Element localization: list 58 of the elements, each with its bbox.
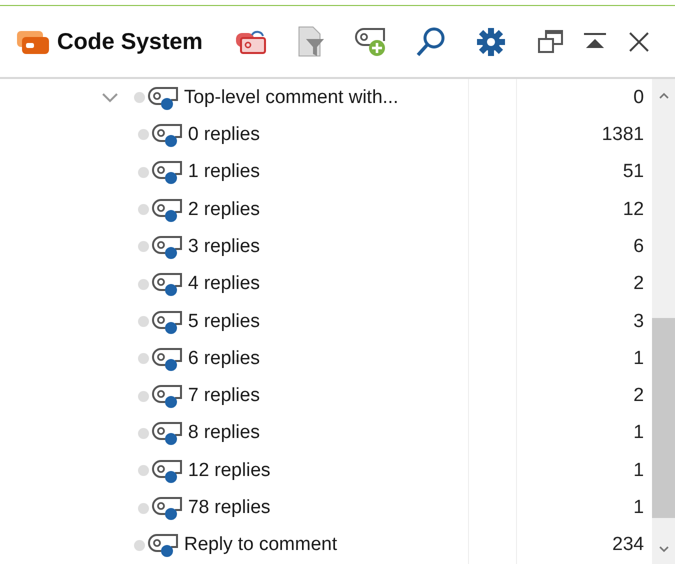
dot-icon [138, 390, 149, 402]
code-icon [151, 420, 183, 446]
count-cell-text: 3 [632, 310, 645, 333]
tree-item-label[interactable]: Reply to comment [184, 534, 338, 556]
code-icon [147, 84, 179, 111]
dot-icon [138, 465, 149, 476]
scroll-down-icon[interactable] [658, 544, 670, 554]
count-cell-text: 1381 [600, 124, 645, 146]
code-icon [151, 495, 183, 522]
code-icon [151, 271, 183, 298]
code-icon [151, 122, 183, 148]
tree-item-label[interactable]: 6 replies [188, 348, 260, 370]
count-cell-text: 12 [622, 198, 645, 221]
count-cell-text: 51 [622, 161, 645, 184]
dot-icon [134, 92, 145, 104]
tree-item-label[interactable]: 78 replies [188, 497, 270, 520]
count-cell-text: 1 [632, 348, 645, 370]
count-cell-text: 1 [632, 422, 645, 444]
panel-title: Code System [57, 28, 203, 55]
scrollbar[interactable] [652, 79, 675, 564]
code-icon [151, 383, 183, 410]
dot-icon [138, 129, 149, 140]
dot-icon [138, 204, 149, 216]
tree-item-label[interactable]: 12 replies [188, 460, 270, 482]
tree-item-label[interactable]: 4 replies [188, 273, 260, 296]
code-system-icon [16, 28, 50, 54]
count-cell-text: 2 [632, 273, 645, 296]
count-cell-text: 1 [632, 497, 645, 520]
count-cell-text: 2 [632, 385, 645, 408]
code-icon [147, 532, 179, 558]
tree-item-label[interactable]: 1 replies [188, 161, 260, 184]
scroll-up-icon[interactable] [658, 91, 670, 101]
code-icon [151, 159, 183, 186]
scroll-thumb[interactable] [652, 318, 675, 518]
tree-item-label[interactable]: Top-level comment with... [184, 86, 398, 109]
dot-icon [138, 428, 149, 439]
code-icon [151, 346, 183, 372]
dot-icon [138, 278, 149, 290]
code-icon [151, 308, 183, 335]
dot-icon [138, 353, 149, 364]
tree-item-label[interactable]: 0 replies [188, 124, 260, 146]
tree-item-label[interactable]: 5 replies [188, 310, 260, 333]
tree-item-label[interactable]: 3 replies [188, 236, 260, 258]
dot-icon [138, 502, 149, 514]
code-icon [151, 196, 183, 223]
count-cell-text: 234 [611, 534, 645, 556]
count-cell-text: 1 [632, 460, 645, 482]
dot-icon [138, 316, 149, 328]
tree-item-label[interactable]: 2 replies [188, 198, 260, 221]
dot-icon [134, 540, 145, 551]
count-cell-text: 6 [632, 236, 645, 258]
code-icon [151, 458, 183, 484]
dot-icon [138, 166, 149, 178]
tree-item-label[interactable]: 8 replies [188, 422, 260, 444]
count-cell-text: 0 [632, 86, 645, 109]
dot-icon [138, 241, 149, 252]
tree-item-label[interactable]: 7 replies [188, 385, 260, 408]
code-icon [151, 234, 183, 260]
